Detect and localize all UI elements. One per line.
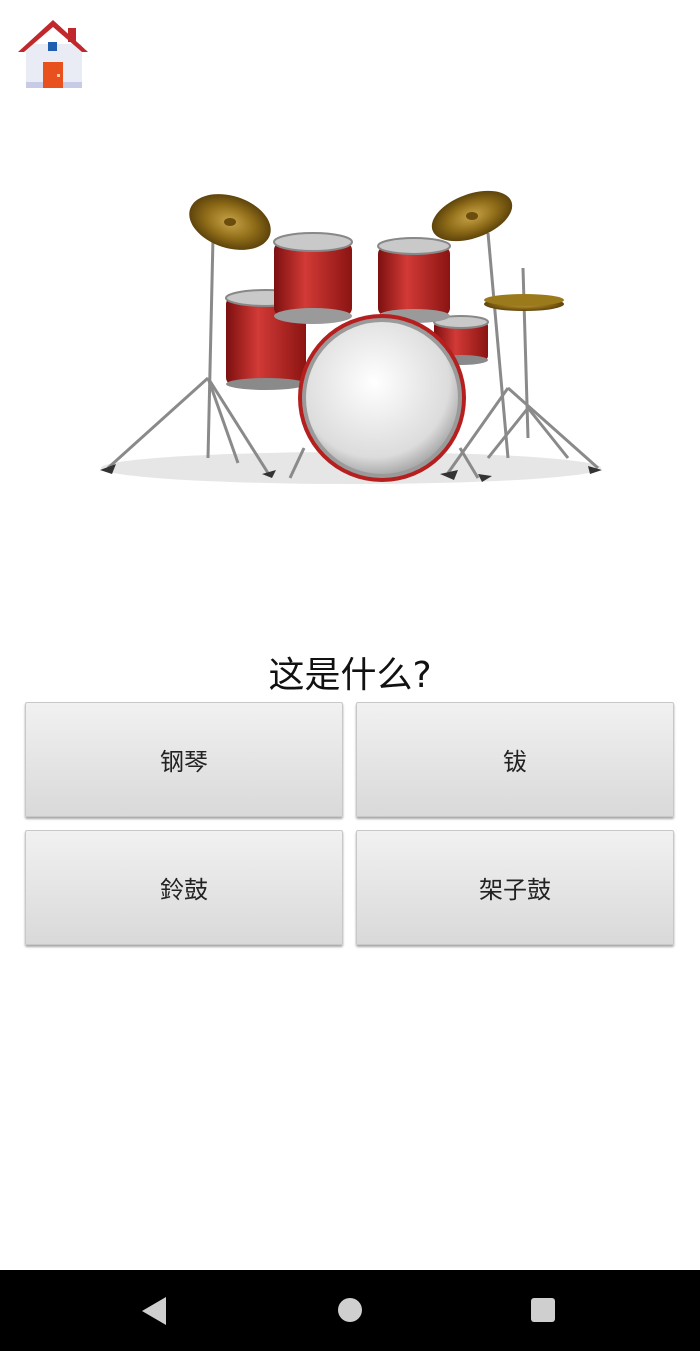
back-triangle-icon[interactable] <box>142 1297 166 1325</box>
recents-square-icon[interactable] <box>531 1298 555 1322</box>
question-text: 这是什么? <box>268 655 432 696</box>
house-icon <box>18 20 88 88</box>
system-nav-bar <box>0 1270 700 1351</box>
answer-button-1[interactable]: 钢琴 <box>25 702 343 817</box>
drum-kit-image <box>68 178 634 488</box>
answer-button-4[interactable]: 架子鼓 <box>356 830 674 945</box>
answer-grid: 钢琴 钹 鈴鼓 架子鼓 <box>25 702 675 945</box>
answer-button-2[interactable]: 钹 <box>356 702 674 817</box>
home-button[interactable] <box>16 16 90 90</box>
home-circle-icon[interactable] <box>338 1298 362 1322</box>
answer-button-3[interactable]: 鈴鼓 <box>25 830 343 945</box>
